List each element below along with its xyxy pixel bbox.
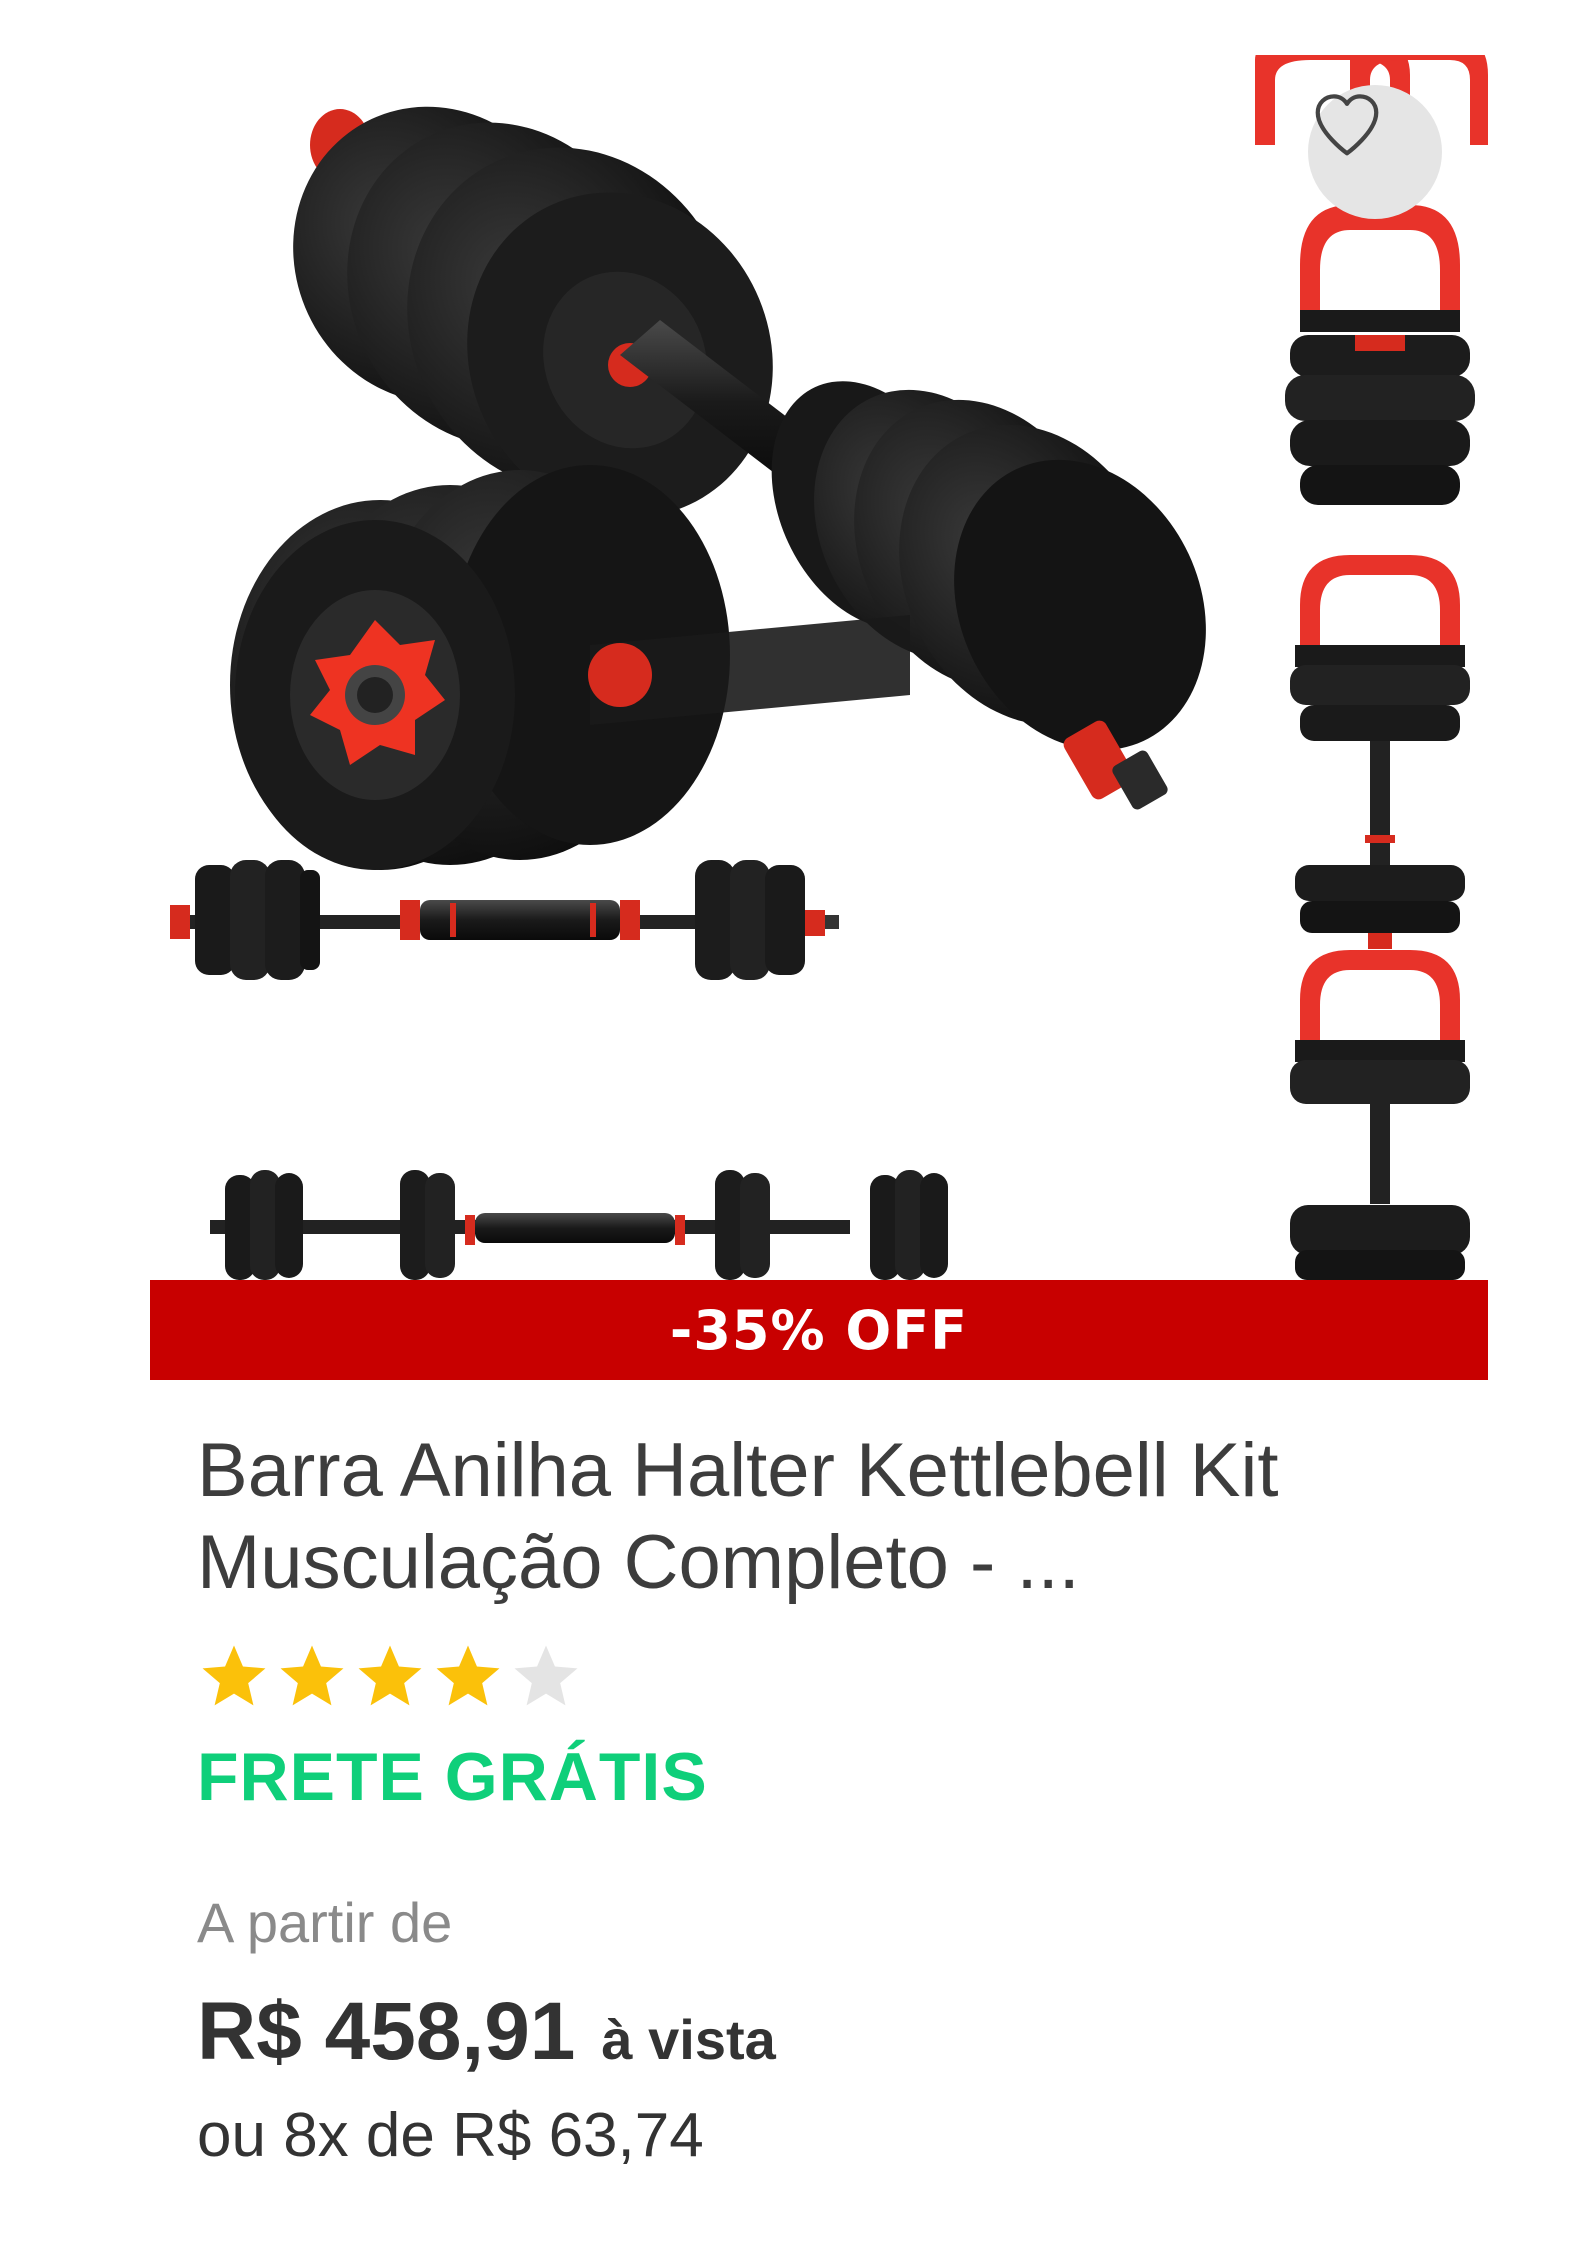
- price-prefix: A partir de: [197, 1891, 453, 1954]
- installments-text: ou 8x de R$ 63,74: [197, 2101, 704, 2170]
- favorite-button[interactable]: [1308, 85, 1442, 219]
- dumbbell-kit-illustration: [170, 55, 1488, 1280]
- product-image[interactable]: [150, 55, 1488, 1280]
- price-cash-label: à vista: [601, 2008, 776, 2071]
- product-card[interactable]: -35% OFF Barra Anilha Halter Kettlebell …: [0, 0, 1587, 2245]
- star-filled-icon: [436, 1645, 500, 1706]
- star-empty-icon: [514, 1645, 578, 1706]
- free-shipping-label: FRETE GRÁTIS: [197, 1739, 708, 1815]
- star-rating: [197, 1640, 583, 1720]
- discount-badge: -35% OFF: [150, 1280, 1488, 1380]
- price-amount: R$ 458,91: [197, 1986, 576, 2077]
- star-filled-icon: [358, 1645, 422, 1706]
- heart-outline-icon: [1315, 94, 1379, 156]
- star-filled-icon: [280, 1645, 344, 1706]
- product-title[interactable]: Barra Anilha Halter Kettlebell Kit Muscu…: [197, 1425, 1437, 1609]
- star-filled-icon: [202, 1645, 266, 1706]
- price-row: R$ 458,91 à vista: [197, 1985, 776, 2079]
